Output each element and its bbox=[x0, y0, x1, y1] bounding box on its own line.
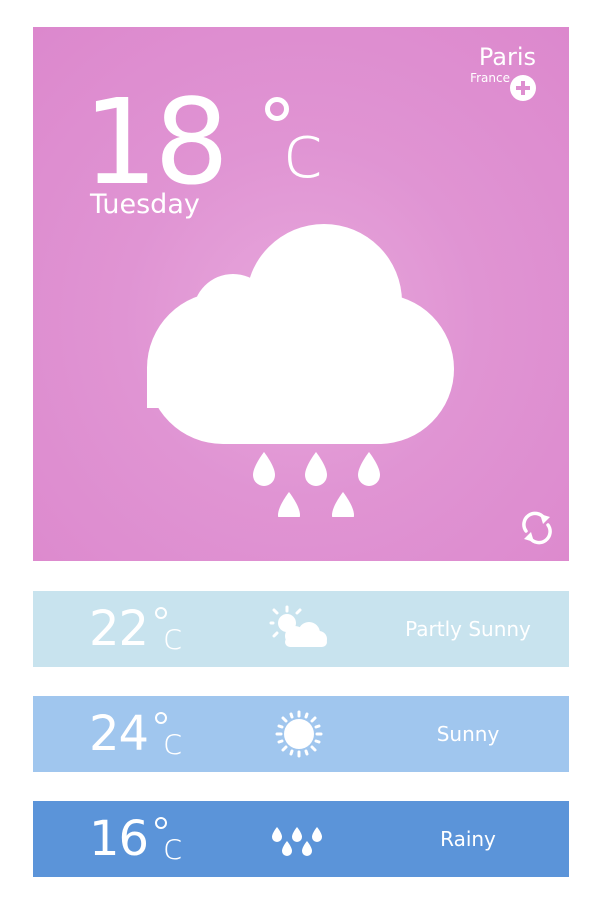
forecast-row-rainy[interactable]: 16 c Rainy bbox=[33, 801, 569, 877]
current-temperature-unit: c bbox=[283, 109, 324, 195]
forecast-condition-label: Partly Sunny bbox=[405, 617, 531, 641]
forecast-condition-label: Sunny bbox=[436, 722, 500, 746]
forecast-temperature-unit: c bbox=[163, 827, 183, 868]
location[interactable]: Paris France bbox=[470, 43, 536, 101]
refresh-icon[interactable] bbox=[520, 511, 554, 545]
forecast-temperature-value: 16 bbox=[89, 811, 149, 867]
forecast-temperature-unit: c bbox=[163, 722, 183, 763]
forecast-temperature-unit: c bbox=[163, 617, 183, 658]
current-day: Tuesday bbox=[90, 189, 200, 220]
location-country: France bbox=[470, 71, 510, 85]
location-city: Paris bbox=[478, 43, 536, 71]
rain-icon bbox=[272, 827, 322, 856]
sun-icon bbox=[275, 710, 323, 758]
cloud-rain-icon bbox=[147, 224, 454, 517]
forecast-row-partly-sunny[interactable]: 22 c Partly Sunny bbox=[33, 591, 569, 667]
add-location-icon[interactable] bbox=[510, 75, 536, 101]
forecast-temperature-value: 22 bbox=[89, 601, 149, 657]
forecast-condition-label: Rainy bbox=[440, 827, 496, 851]
forecast-row-sunny[interactable]: 24 c Sunny bbox=[33, 696, 569, 772]
forecast-temperature-value: 24 bbox=[89, 706, 149, 762]
partly-sunny-icon bbox=[269, 605, 327, 647]
current-weather-card: 18 c Tuesday Paris France bbox=[33, 27, 569, 561]
